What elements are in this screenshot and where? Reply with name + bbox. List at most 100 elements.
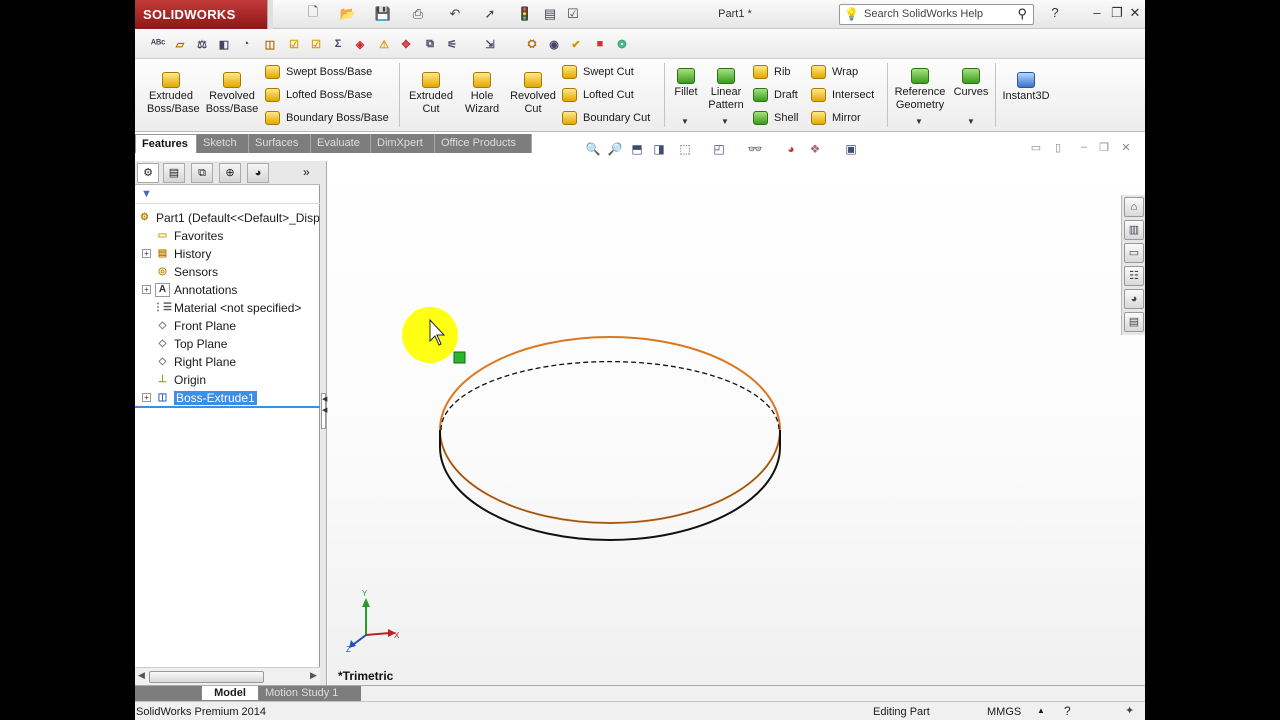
open-folder-icon[interactable]: 📂 <box>338 5 358 23</box>
tree-item-material[interactable]: ⋮☰ Material <not specified> <box>142 299 301 316</box>
rib-button[interactable]: Rib <box>753 65 791 79</box>
reference-geometry-dropdown-icon[interactable]: ▼ <box>915 117 923 126</box>
pattern-dropdown-icon[interactable]: ▼ <box>721 117 729 126</box>
bookmark-icon[interactable]: ◈ <box>351 35 369 53</box>
costing-icon[interactable]: ◉ <box>545 35 563 53</box>
panel-splitter[interactable]: ◀ ◀ <box>320 161 327 685</box>
feature-tree-tab-icon[interactable]: ⚙ <box>137 163 159 183</box>
revolved-boss-button[interactable]: Revolved Boss/Base <box>205 72 259 116</box>
dimxpert-manager-tab-icon[interactable]: ⊕ <box>219 163 241 183</box>
solidworks-logo[interactable]: SOLIDWORKS <box>135 0 267 29</box>
extruded-boss-button[interactable]: Extruded Boss/Base <box>147 72 200 116</box>
check-icon[interactable]: ◫ <box>261 35 279 53</box>
rollback-bar[interactable] <box>135 406 320 408</box>
instant3d-button[interactable]: Instant3D <box>997 72 1055 103</box>
expand-icon[interactable]: + <box>142 393 151 402</box>
move-icon[interactable]: ✥ <box>397 35 415 53</box>
tab-features[interactable]: Features <box>135 134 197 153</box>
tab-sketch[interactable]: Sketch <box>197 134 249 153</box>
hide-show-items-icon[interactable]: 👓 <box>747 141 763 157</box>
tree-item-favorites[interactable]: ▭ Favorites <box>142 227 224 244</box>
tree-item-annotations[interactable]: + A Annotations <box>142 281 237 298</box>
extruded-cut-button[interactable]: Extruded Cut <box>405 72 457 116</box>
view-orientation-icon[interactable]: ⬚ <box>677 141 693 157</box>
scrollbar-thumb[interactable] <box>149 671 264 683</box>
curves-dropdown-icon[interactable]: ▼ <box>967 117 975 126</box>
scroll-right-icon[interactable]: ▶ <box>310 670 317 681</box>
units-dropdown-icon[interactable]: ▲ <box>1037 706 1045 715</box>
expand-icon[interactable]: + <box>142 285 151 294</box>
compare-icon[interactable]: ⧉ <box>421 35 439 53</box>
search-icon[interactable]: ⚲ <box>1017 6 1027 22</box>
lofted-boss-button[interactable]: Lofted Boss/Base <box>265 88 372 102</box>
select-arrow-icon[interactable]: ➚ <box>480 5 500 23</box>
view-palette-icon[interactable]: ☷ <box>1124 266 1144 286</box>
swept-boss-button[interactable]: Swept Boss/Base <box>265 65 372 79</box>
previous-view-icon[interactable]: ⬒ <box>629 141 645 157</box>
split-horizontal-icon[interactable]: ▭ <box>1029 141 1043 155</box>
statistics-icon[interactable]: ◔ <box>237 35 255 53</box>
hole-wizard-button[interactable]: Hole Wizard <box>457 72 507 116</box>
zoom-to-area-icon[interactable]: 🔎 <box>607 141 623 157</box>
property-manager-tab-icon[interactable]: ▤ <box>163 163 185 183</box>
checkmark-icon[interactable]: ✔ <box>567 35 585 53</box>
mirror-button[interactable]: Mirror <box>811 111 861 125</box>
section-properties-icon[interactable]: ◧ <box>215 35 233 53</box>
linear-pattern-button[interactable]: Linear Pattern <box>703 68 749 112</box>
tab-dimxpert[interactable]: DimXpert <box>371 134 435 153</box>
apply-scene-icon[interactable]: ❖ <box>807 141 823 157</box>
graphics-restore-icon[interactable]: ❐ <box>1097 141 1111 155</box>
edit-appearance-icon[interactable]: ◕ <box>783 141 799 157</box>
intersect-button[interactable]: Intersect <box>811 88 874 102</box>
fillet-dropdown-icon[interactable]: ▼ <box>681 117 689 126</box>
zoom-to-fit-icon[interactable]: 🔍 <box>585 141 601 157</box>
tab-motion-study[interactable]: Motion Study 1 <box>259 686 361 701</box>
new-document-icon[interactable]: 🗋 <box>303 4 323 23</box>
macro-icon[interactable]: ⛭ <box>523 35 541 53</box>
design-library-icon[interactable]: ▥ <box>1124 220 1144 240</box>
tree-item-top-plane[interactable]: ◇ Top Plane <box>142 335 228 352</box>
fillet-button[interactable]: Fillet <box>668 68 704 99</box>
menu-expand-arrow[interactable] <box>267 0 273 29</box>
tree-filter[interactable]: ▼ <box>135 186 320 204</box>
collapse-panel-icon[interactable]: ◀ ◀ <box>321 393 327 429</box>
minimize-button[interactable]: – <box>1089 5 1105 21</box>
swept-cut-button[interactable]: Swept Cut <box>562 65 634 79</box>
undo-icon[interactable]: ↶ <box>445 5 465 23</box>
expand-icon[interactable]: + <box>142 249 151 258</box>
tree-item-front-plane[interactable]: ◇ Front Plane <box>142 317 236 334</box>
import-icon[interactable]: ⇲ <box>481 35 499 53</box>
tree-root-part[interactable]: ⚙ Part1 (Default<<Default>_Disp <box>137 209 320 226</box>
sustainability-icon[interactable]: ❂ <box>613 35 631 53</box>
help-search-input[interactable]: 💡 Search SolidWorks Help ⚲ <box>839 4 1034 25</box>
close-button[interactable]: ✕ <box>1127 5 1143 21</box>
tree-item-history[interactable]: + ▤ History <box>142 245 211 262</box>
boundary-cut-button[interactable]: Boundary Cut <box>562 111 650 125</box>
wrap-button[interactable]: Wrap <box>811 65 858 79</box>
analysis-icon[interactable]: ⚟ <box>443 35 461 53</box>
shell-button[interactable]: Shell <box>753 111 798 125</box>
restore-button[interactable]: ❐ <box>1109 5 1125 21</box>
curves-button[interactable]: Curves <box>951 68 991 99</box>
unit-system[interactable]: MMGS <box>987 706 1021 718</box>
stop-icon[interactable]: ■ <box>591 35 609 53</box>
scroll-left-icon[interactable]: ◀ <box>138 670 145 681</box>
help-bubble-icon[interactable]: ? <box>1064 704 1071 718</box>
save-icon[interactable]: 💾 <box>373 5 393 23</box>
measure-icon[interactable]: ▱ <box>171 35 189 53</box>
tab-evaluate[interactable]: Evaluate <box>311 134 371 153</box>
equations-icon[interactable]: ☑ <box>285 35 303 53</box>
revolved-cut-button[interactable]: Revolved Cut <box>507 72 559 116</box>
options-icon[interactable]: ☑ <box>563 5 583 23</box>
graphics-close-icon[interactable]: ✕ <box>1119 141 1133 155</box>
appearances-icon[interactable]: ◕ <box>1124 289 1144 309</box>
file-properties-icon[interactable]: ▤ <box>540 5 560 23</box>
draft-button[interactable]: Draft <box>753 88 798 102</box>
tree-item-right-plane[interactable]: ◇ Right Plane <box>142 353 236 370</box>
warning-icon[interactable]: ⚠ <box>375 35 393 53</box>
split-vertical-icon[interactable]: ▯ <box>1051 141 1065 155</box>
configuration-manager-tab-icon[interactable]: ⧉ <box>191 163 213 183</box>
mass-properties-icon[interactable]: ⚖ <box>193 35 211 53</box>
tree-item-origin[interactable]: ⊥ Origin <box>142 371 206 388</box>
boundary-boss-button[interactable]: Boundary Boss/Base <box>265 111 389 125</box>
